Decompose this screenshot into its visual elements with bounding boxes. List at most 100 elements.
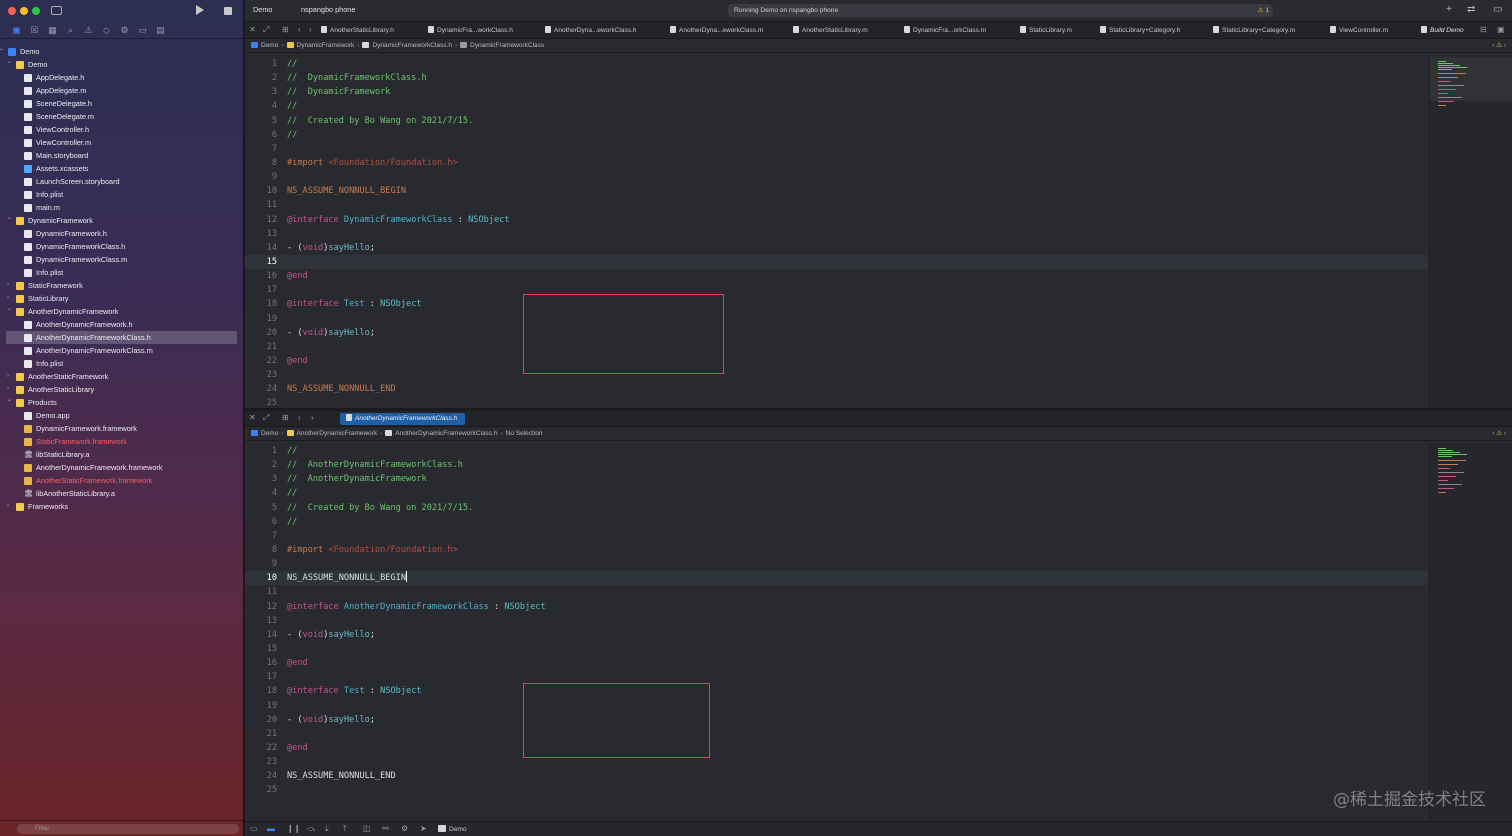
code-line[interactable]: 17	[245, 283, 1428, 297]
code-line[interactable]: 14 - (void)sayHello;	[245, 628, 1428, 642]
tab-another-dynamic-framework-class-h[interactable]: AnotherDynamicFrameworkClass.h	[340, 413, 466, 425]
environment-overrides-icon[interactable]: ⚙	[401, 824, 408, 833]
forward-icon[interactable]: ›	[309, 25, 312, 34]
tree-item[interactable]: 🏛 libStaticLibrary.a	[0, 448, 243, 461]
disclosure-open-icon[interactable]: ⌄	[7, 212, 15, 225]
code-line[interactable]: 5 // Created by Bo Wang on 2021/7/15.	[245, 114, 1428, 128]
tree-item[interactable]: Main.storyboard	[0, 149, 243, 162]
tree-item[interactable]: Info.plist	[0, 357, 243, 370]
code-line[interactable]: 19	[245, 699, 1428, 713]
test-navigator-icon[interactable]: ◇	[100, 24, 113, 37]
code-line[interactable]: 21	[245, 340, 1428, 354]
disclosure-closed-icon[interactable]: ›	[7, 279, 15, 292]
tree-item[interactable]: › AnotherStaticLibrary	[0, 383, 243, 396]
code-line[interactable]: 13	[245, 227, 1428, 241]
jump-bar-controls[interactable]: ‹ ⚠ ›	[1492, 39, 1506, 53]
code-line[interactable]: 20 - (void)sayHello;	[245, 713, 1428, 727]
code-line[interactable]: 1 //	[245, 57, 1428, 71]
code-line[interactable]: 4 //	[245, 99, 1428, 113]
code-line[interactable]: 11	[245, 198, 1428, 212]
tree-item[interactable]: Demo.app	[0, 409, 243, 422]
code-line[interactable]: 14 - (void)sayHello;	[245, 241, 1428, 255]
warning-badge[interactable]: ⚠ 1	[1258, 4, 1269, 17]
code-line[interactable]: 15	[245, 254, 1428, 270]
editor-tab[interactable]: DynamicFra...orkClass.m	[904, 26, 986, 34]
report-navigator-icon[interactable]: ▤	[154, 24, 167, 37]
code-line[interactable]: 20 - (void)sayHello;	[245, 326, 1428, 340]
code-line[interactable]: 3 // DynamicFramework	[245, 85, 1428, 99]
scheme-selector[interactable]: Demo	[253, 5, 272, 14]
tree-item[interactable]: › StaticFramework	[0, 279, 243, 292]
code-line[interactable]: 1 //	[245, 444, 1428, 458]
device-selector[interactable]: nspangbo phone	[301, 5, 355, 14]
disclosure-closed-icon[interactable]: ›	[7, 370, 15, 383]
filter-input[interactable]: Filter	[17, 824, 239, 834]
code-line[interactable]: 16 @end	[245, 269, 1428, 283]
step-into-icon[interactable]: ⤓	[325, 824, 329, 834]
code-line[interactable]: 17	[245, 670, 1428, 684]
add-icon[interactable]: +	[1446, 4, 1452, 15]
tree-item[interactable]: LaunchScreen.storyboard	[0, 175, 243, 188]
disclosure-open-icon[interactable]: ⌄	[7, 394, 15, 407]
tree-item[interactable]: main.m	[0, 201, 243, 214]
code-line[interactable]: 12 @interface AnotherDynamicFrameworkClas…	[245, 600, 1428, 614]
back-icon[interactable]: ‹	[298, 413, 301, 422]
disclosure-open-icon[interactable]: ⌄	[7, 56, 15, 69]
code-line[interactable]: 12 @interface DynamicFrameworkClass : NSO…	[245, 213, 1428, 227]
breadcrumb-item[interactable]: AnotherDynamicFramework	[286, 430, 377, 437]
breadcrumb-item[interactable]: Demo	[251, 42, 278, 49]
code-line[interactable]: 7	[245, 142, 1428, 156]
symbol-navigator-icon[interactable]: ▦	[46, 24, 59, 37]
code-line[interactable]: 3 // AnotherDynamicFramework	[245, 472, 1428, 486]
code-line[interactable]: 23	[245, 755, 1428, 769]
tab-overflow-icon[interactable]: ⊟	[1480, 25, 1487, 34]
code-line[interactable]: 13	[245, 614, 1428, 628]
code-line[interactable]: 21	[245, 727, 1428, 741]
view-debugger-icon[interactable]: ◫	[363, 824, 371, 833]
jump-bar-controls[interactable]: ‹ ⚠ ›	[1492, 427, 1506, 441]
tree-item[interactable]: Info.plist	[0, 266, 243, 279]
code-line[interactable]: 8 #import <Foundation/Foundation.h>	[245, 156, 1428, 170]
code-review-icon[interactable]: ⇄	[1467, 4, 1475, 15]
tree-item[interactable]: StaticFramework.framework	[0, 435, 243, 448]
editor-tab[interactable]: ViewController.m	[1330, 26, 1388, 34]
code-line[interactable]: 15	[245, 642, 1428, 656]
code-line[interactable]: 4 //	[245, 486, 1428, 500]
tree-item[interactable]: › StaticLibrary	[0, 292, 243, 305]
code-line[interactable]: 2 // AnotherDynamicFrameworkClass.h	[245, 458, 1428, 472]
code-line[interactable]: 19	[245, 312, 1428, 326]
breadcrumb-item[interactable]: No Selection	[506, 430, 543, 437]
code-line[interactable]: 11	[245, 585, 1428, 599]
related-items-icon[interactable]: ⊞	[282, 25, 289, 34]
code-line[interactable]: 9	[245, 557, 1428, 571]
breadcrumb-item[interactable]: DynamicFrameworkClass.h	[362, 42, 452, 49]
disclosure-closed-icon[interactable]: ›	[7, 500, 15, 513]
editor-tab[interactable]: AnotherDyna...eworkClass.h	[545, 26, 636, 34]
editor-tab[interactable]: AnotherStaticLibrary.m	[793, 26, 868, 34]
memory-graph-icon[interactable]: ⚯	[382, 824, 389, 833]
tree-item[interactable]: ViewController.m	[0, 136, 243, 149]
close-editor-icon[interactable]: ✕	[249, 25, 256, 34]
editor-tab[interactable]: StaticLibrary.m	[1020, 26, 1072, 34]
tree-item[interactable]: DynamicFrameworkClass.h	[0, 240, 243, 253]
tree-item[interactable]: AnotherStaticFramework.framework	[0, 474, 243, 487]
zoom-window-button[interactable]	[32, 7, 40, 15]
tree-item[interactable]: DynamicFramework.framework	[0, 422, 243, 435]
step-over-icon[interactable]: ⤼	[307, 824, 316, 834]
code-line[interactable]: 10 NS_ASSUME_NONNULL_BEGIN	[245, 184, 1428, 198]
tree-item[interactable]: › AnotherStaticFramework	[0, 370, 243, 383]
forward-icon[interactable]: ›	[311, 413, 314, 422]
next-issue-icon[interactable]: ›	[1504, 42, 1506, 49]
editor-tab[interactable]: StaticLibrary+Category.h	[1100, 26, 1180, 34]
disclosure-open-icon[interactable]: ⌄	[0, 43, 7, 56]
related-items-icon[interactable]: ⊞	[282, 413, 289, 422]
breadcrumb-item[interactable]: DynamicFramework	[286, 42, 354, 49]
tree-item[interactable]: DynamicFramework.h	[0, 227, 243, 240]
tree-item[interactable]: AnotherDynamicFramework.h	[0, 318, 243, 331]
close-editor-icon[interactable]: ✕	[249, 413, 256, 422]
debug-target[interactable]: Demo	[438, 825, 467, 833]
code-line[interactable]: 7	[245, 529, 1428, 543]
tree-item[interactable]: ⌄ Demo	[0, 58, 243, 71]
step-out-icon[interactable]: ⤒	[343, 824, 347, 834]
tree-item[interactable]: Assets.xcassets	[0, 162, 243, 175]
